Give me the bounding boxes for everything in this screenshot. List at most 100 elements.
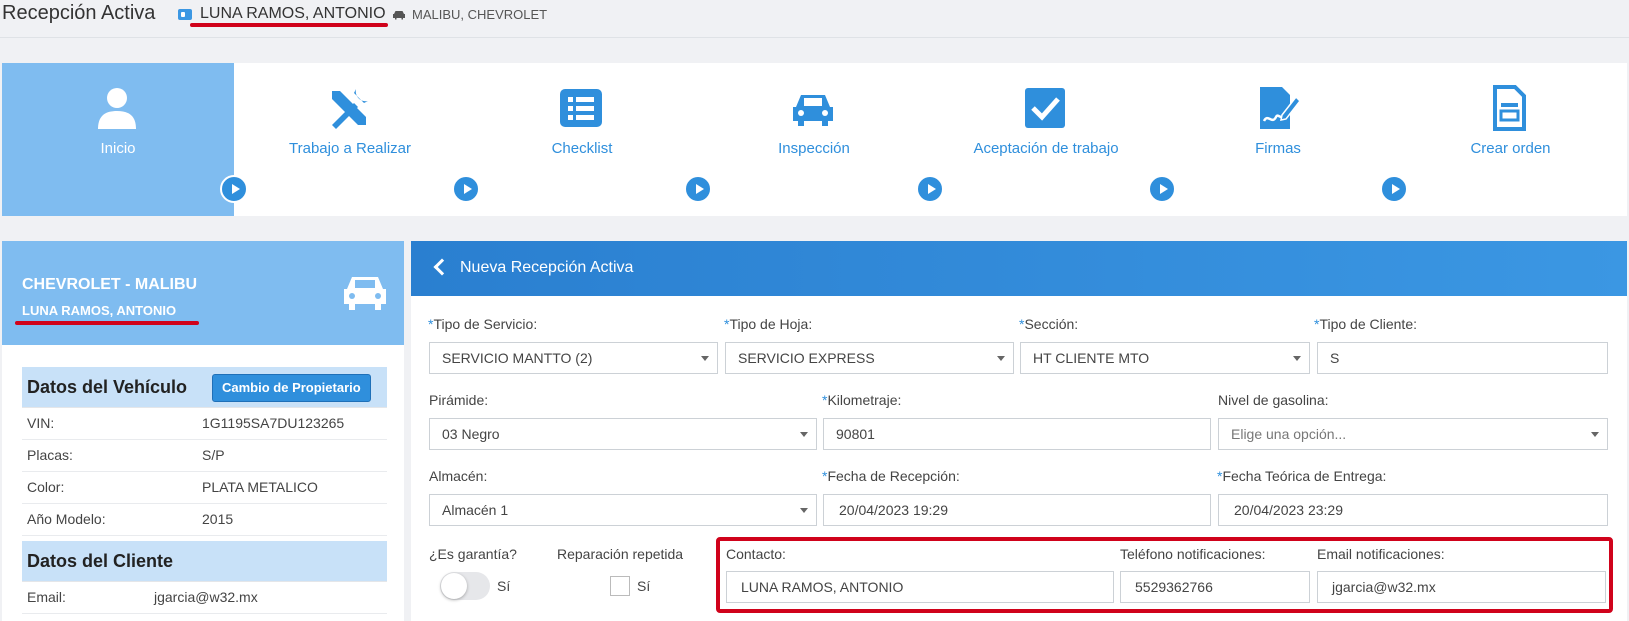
nivel-gasolina-label: Nivel de gasolina:: [1218, 392, 1329, 408]
header-client-name: LUNA RAMOS, ANTONIO: [200, 5, 386, 22]
step-label: Inicio: [100, 140, 136, 157]
next-arrow-icon[interactable]: [1380, 175, 1408, 203]
form-header: Nueva Recepción Activa: [411, 241, 1627, 296]
garantia-option: Sí: [497, 578, 511, 594]
client-data-table: Datos del Cliente Email: jgarcia@w32.mx: [22, 541, 387, 614]
row-label: Email:: [27, 589, 66, 605]
section-title: Datos del Cliente: [27, 551, 174, 571]
annotation-highlight-box: [716, 537, 1613, 613]
label-text: Kilometraje:: [827, 392, 902, 408]
next-arrow-icon[interactable]: [1148, 175, 1176, 203]
nivel-gasolina-select[interactable]: Elige una opción...: [1218, 418, 1608, 450]
car-icon: [344, 277, 386, 310]
car-icon: [393, 11, 405, 20]
reparacion-checkbox[interactable]: [610, 576, 630, 596]
chevron-down-icon: [1293, 356, 1301, 361]
id-card-icon: [178, 9, 192, 20]
annotation-underline: [190, 23, 388, 27]
step-trabajo[interactable]: Trabajo a Realizar: [234, 63, 480, 216]
select-placeholder: Elige una opción...: [1231, 426, 1347, 442]
field-value: S: [1330, 350, 1340, 366]
field-value: 90801: [836, 426, 875, 442]
tipo-hoja-label: *Tipo de Hoja:: [724, 316, 812, 332]
form-title: Nueva Recepción Activa: [460, 259, 634, 276]
table-row: VIN: 1G1195SA7DU123265: [22, 408, 387, 440]
step-label: Aceptación de trabajo: [973, 140, 1119, 157]
tools-icon: [332, 89, 368, 129]
change-owner-button[interactable]: Cambio de Propietario: [212, 374, 371, 402]
step-label: Firmas: [1255, 140, 1301, 157]
tipo-cliente-label: *Tipo de Cliente:: [1314, 316, 1417, 332]
section-header: Datos del Vehículo Cambio de Propietario: [22, 367, 387, 408]
table-row: Placas: S/P: [22, 440, 387, 472]
row-label: Color:: [27, 479, 65, 495]
select-value: SERVICIO EXPRESS: [738, 350, 875, 366]
select-value: HT CLIENTE MTO: [1033, 350, 1150, 366]
section-header: Datos del Cliente: [22, 541, 387, 582]
back-chevron-icon[interactable]: [433, 258, 451, 276]
seccion-select[interactable]: HT CLIENTE MTO: [1020, 342, 1310, 374]
fecha-entrega-label: *Fecha Teórica de Entrega:: [1217, 468, 1386, 484]
vehicle-make-model: CHEVROLET - MALIBU: [22, 276, 198, 293]
garantia-toggle[interactable]: [440, 572, 490, 600]
select-value: Almacén 1: [442, 502, 509, 518]
garantia-label: ¿Es garantía?: [429, 546, 517, 562]
table-row: Año Modelo: 2015: [22, 504, 387, 536]
tipo-servicio-label: *Tipo de Servicio:: [428, 316, 537, 332]
section-title: Datos del Vehículo: [27, 377, 188, 397]
select-value: 03 Negro: [442, 426, 500, 442]
list-icon: [560, 89, 602, 127]
piramide-select[interactable]: 03 Negro: [429, 418, 817, 450]
step-aceptacion[interactable]: Aceptación de trabajo: [930, 63, 1176, 216]
top-bar: Recepción Activa LUNA RAMOS, ANTONIO MAL…: [0, 0, 1629, 38]
tipo-servicio-select[interactable]: SERVICIO MANTTO (2): [429, 342, 718, 374]
tipo-hoja-select[interactable]: SERVICIO EXPRESS: [725, 342, 1014, 374]
kilometraje-input[interactable]: 90801: [823, 418, 1211, 450]
row-label: Año Modelo:: [27, 511, 106, 527]
document-icon: [1493, 85, 1526, 131]
label-text: Fecha de Recepción:: [827, 468, 960, 484]
step-crear-orden[interactable]: Crear orden: [1394, 63, 1627, 216]
next-arrow-icon[interactable]: [220, 175, 248, 203]
field-value: 20/04/2023 23:29: [1234, 502, 1343, 518]
step-firmas[interactable]: Firmas: [1162, 63, 1408, 216]
almacen-label: Almacén:: [429, 468, 488, 484]
page-title: Recepción Activa: [2, 2, 156, 24]
label-text: Fecha Teórica de Entrega:: [1222, 468, 1387, 484]
field-value: 20/04/2023 19:29: [839, 502, 948, 518]
piramide-label: Pirámide:: [429, 392, 489, 408]
signature-icon: [1260, 87, 1300, 129]
table-row: Color: PLATA METALICO: [22, 472, 387, 504]
row-value: jgarcia@w32.mx: [154, 589, 258, 605]
wizard-steps: Inicio Trabajo a Realizar Checklist Insp…: [2, 63, 1627, 216]
next-arrow-icon[interactable]: [452, 175, 480, 203]
select-value: SERVICIO MANTTO (2): [442, 350, 593, 366]
table-row: Email: jgarcia@w32.mx: [22, 582, 387, 614]
label-text: Tipo de Cliente:: [1319, 316, 1417, 332]
seccion-label: *Sección:: [1019, 316, 1078, 332]
chevron-down-icon: [800, 508, 808, 513]
kilometraje-label: *Kilometraje:: [822, 392, 901, 408]
step-checklist[interactable]: Checklist: [466, 63, 712, 216]
chevron-down-icon: [800, 432, 808, 437]
step-inicio[interactable]: Inicio: [2, 63, 248, 216]
step-inspeccion[interactable]: Inspección: [698, 63, 944, 216]
row-value: PLATA METALICO: [202, 479, 318, 495]
next-arrow-icon[interactable]: [684, 175, 712, 203]
label-text: Sección:: [1024, 316, 1079, 332]
reparacion-label: Reparación repetida: [557, 546, 684, 562]
fecha-entrega-input[interactable]: 20/04/2023 23:29: [1218, 494, 1608, 526]
step-label: Inspección: [778, 140, 850, 157]
fecha-recepcion-input[interactable]: 20/04/2023 19:29: [823, 494, 1211, 526]
next-arrow-icon[interactable]: [916, 175, 944, 203]
row-value: 1G1195SA7DU123265: [202, 415, 345, 431]
tipo-cliente-field[interactable]: S: [1317, 342, 1608, 374]
fecha-recepcion-label: *Fecha de Recepción:: [822, 468, 960, 484]
chevron-down-icon: [997, 356, 1005, 361]
header-vehicle: MALIBU, CHEVROLET: [412, 7, 548, 22]
almacen-select[interactable]: Almacén 1: [429, 494, 817, 526]
car-icon: [793, 95, 833, 126]
step-label: Checklist: [551, 140, 613, 157]
row-value: S/P: [202, 447, 225, 463]
vehicle-header: CHEVROLET - MALIBU LUNA RAMOS, ANTONIO: [2, 241, 404, 345]
